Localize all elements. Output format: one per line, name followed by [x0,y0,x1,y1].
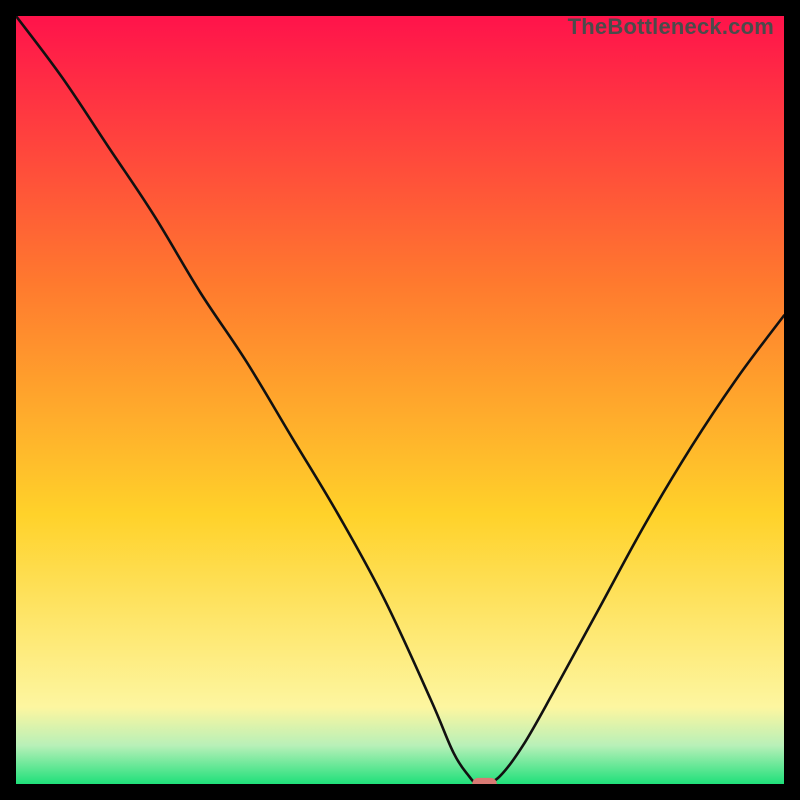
minimum-marker [472,778,497,784]
watermark-text: TheBottleneck.com [568,14,774,40]
gradient-background [16,16,784,784]
chart-frame: TheBottleneck.com [16,16,784,784]
bottleneck-plot [16,16,784,784]
